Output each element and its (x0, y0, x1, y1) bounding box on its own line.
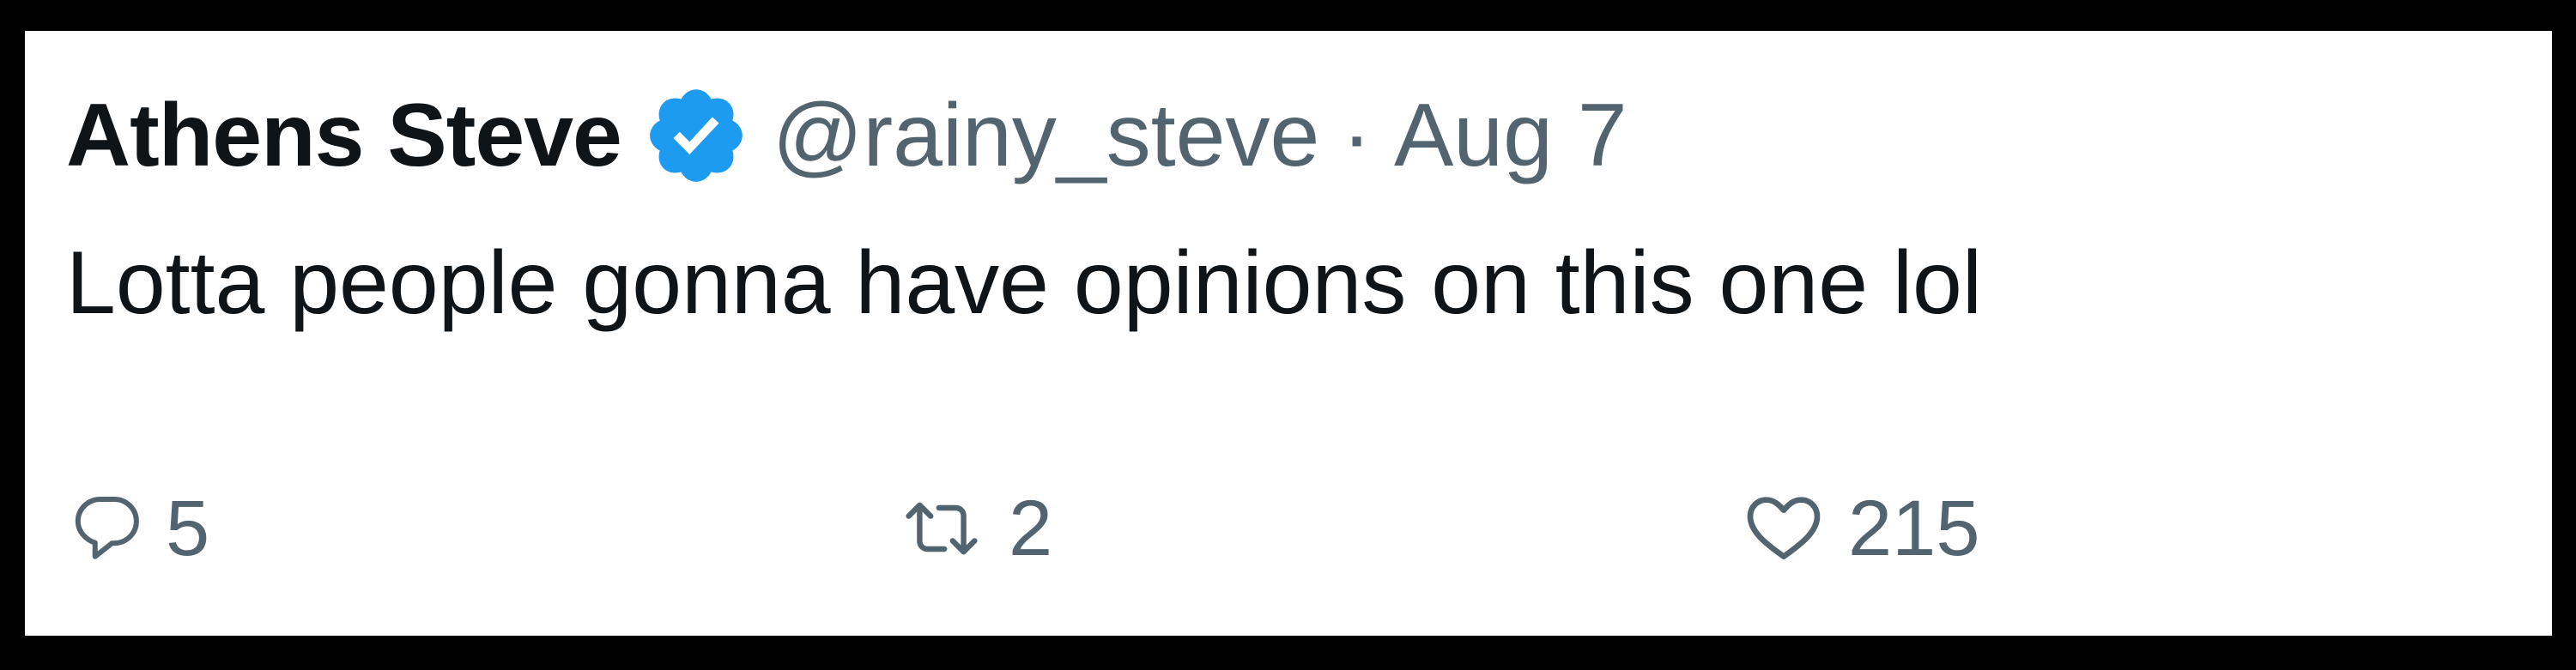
reply-icon (75, 492, 140, 564)
retweet-count: 2 (1009, 484, 1053, 572)
verified-badge-icon (642, 81, 750, 190)
author-display-name[interactable]: Athens Steve (66, 85, 622, 187)
reply-button[interactable]: 5 (75, 468, 209, 589)
author-handle[interactable]: @rainy_steve (773, 85, 1319, 187)
tweet-text: Lotta people gonna have opinions on this… (66, 233, 1982, 333)
tweet-date[interactable]: Aug 7 (1394, 85, 1627, 187)
retweet-icon (900, 494, 983, 563)
tweet-header: Athens Steve @rainy_steve · Aug 7 (66, 84, 1627, 187)
heart-icon (1745, 494, 1822, 563)
reply-count: 5 (166, 484, 210, 572)
like-button[interactable]: 215 (1745, 468, 1980, 589)
retweet-button[interactable]: 2 (900, 468, 1052, 589)
tweet-actions-bar: 5 2 215 (25, 468, 2552, 589)
like-count: 215 (1848, 484, 1980, 572)
tweet-card[interactable]: Athens Steve @rainy_steve · Aug 7 Lotta … (25, 31, 2552, 636)
separator-dot: · (1342, 85, 1372, 185)
